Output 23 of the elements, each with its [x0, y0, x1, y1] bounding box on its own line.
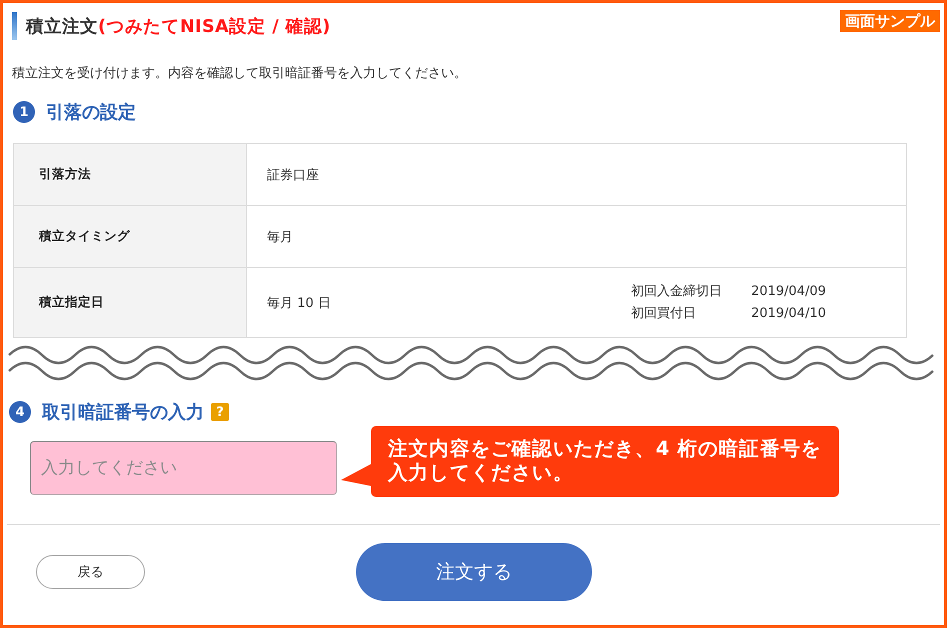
- section-heading: 引落の設定: [46, 101, 136, 124]
- tooltip-callout: 注文内容をご確認いただき、4 桁の暗証番号を入力してください。: [341, 426, 839, 497]
- step-number: 1: [13, 101, 35, 123]
- order-button[interactable]: 注文する: [356, 543, 592, 601]
- setting-value: 証券口座: [267, 166, 319, 184]
- detail-value: 2019/04/10: [751, 304, 826, 322]
- title-accent-bar: [12, 12, 17, 40]
- table-header-cell: 引落方法: [14, 144, 246, 206]
- table-header-cell: 積立指定日: [14, 268, 246, 338]
- table-header-cell: 積立タイミング: [14, 206, 246, 268]
- intro-text: 積立注文を受け付けます。内容を確認して取引暗証番号を入力してください。: [12, 65, 467, 83]
- detail-label: 初回入金締切日: [631, 282, 724, 300]
- sample-label: 画面サンプル: [840, 10, 940, 32]
- page-title: 積立注文: [26, 17, 98, 37]
- setting-value: 毎月 10 日: [267, 294, 331, 312]
- pin-input-field[interactable]: 入力してください: [30, 441, 337, 495]
- detail-value: 2019/04/09: [751, 282, 826, 300]
- detail-label: 初回買付日: [631, 304, 698, 322]
- page-title-note: (つみたてNISA設定 / 確認): [98, 17, 331, 37]
- section-heading: 取引暗証番号の入力: [42, 401, 204, 424]
- back-button[interactable]: 戻る: [36, 555, 145, 589]
- setting-value: 毎月: [267, 228, 293, 246]
- step-number: 4: [9, 401, 31, 423]
